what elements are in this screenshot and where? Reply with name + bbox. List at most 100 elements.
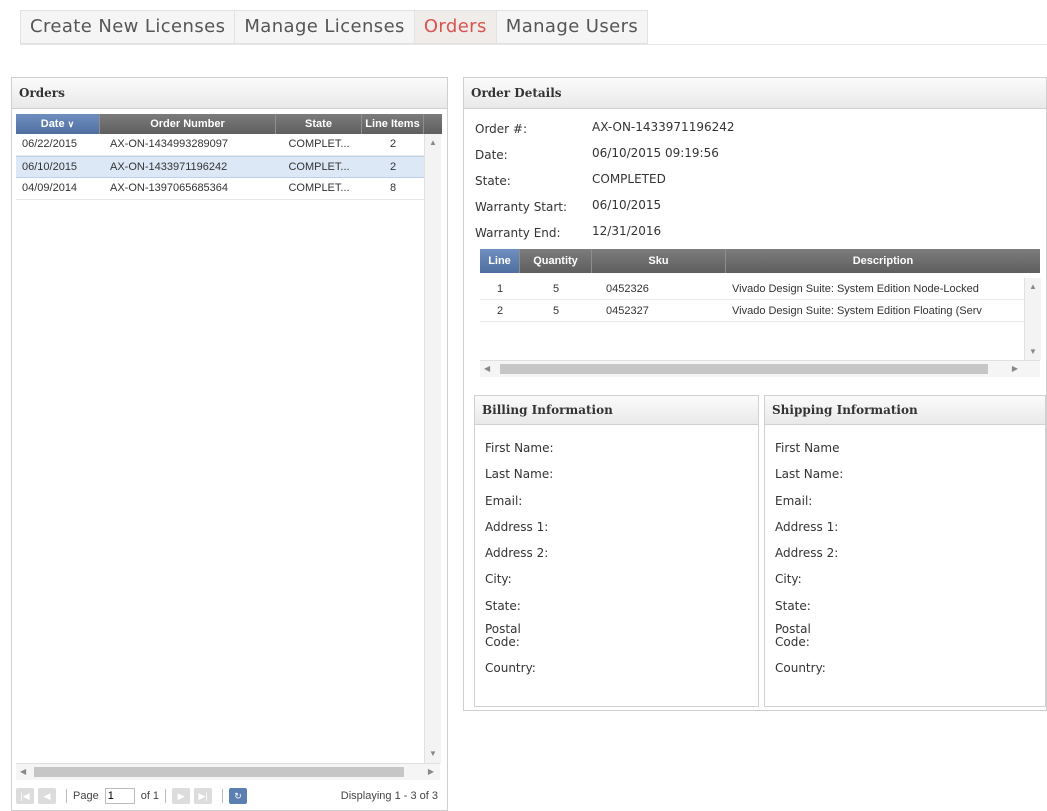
shipping-address1-label: Address 1: xyxy=(775,520,839,534)
shipping-last-name-label: Last Name: xyxy=(775,467,844,481)
scroll-up-icon[interactable]: ▲ xyxy=(429,138,437,147)
cell-state: COMPLET... xyxy=(288,138,350,150)
tab-create-new-licenses[interactable]: Create New Licenses xyxy=(20,10,236,44)
first-page-button[interactable]: |◀ xyxy=(16,788,34,804)
column-header-description[interactable]: Description xyxy=(726,249,1040,273)
billing-information-panel: Billing Information First Name: Last Nam… xyxy=(474,395,759,707)
column-header-date-label: Date xyxy=(40,118,65,130)
tab-divider xyxy=(20,44,1047,45)
scroll-down-icon[interactable]: ▼ xyxy=(1029,347,1037,356)
shipping-address2-label: Address 2: xyxy=(775,546,839,560)
line-items-header: Line Quantity Sku Description xyxy=(480,249,1040,273)
column-header-quantity[interactable]: Quantity xyxy=(520,249,592,273)
column-header-line-items[interactable]: Line Items xyxy=(362,114,424,134)
shipping-email-label: Email: xyxy=(775,494,813,508)
column-header-date[interactable]: Date ∨ xyxy=(16,114,100,134)
cell-date: 06/22/2015 xyxy=(22,138,78,150)
order-details-panel: Order Details Order #: AX-ON-14339711962… xyxy=(463,77,1047,711)
pager-separator xyxy=(222,789,224,803)
cell-quantity: 5 xyxy=(552,305,560,317)
column-header-line-label: Line xyxy=(488,255,511,267)
column-header-sku[interactable]: Sku xyxy=(592,249,726,273)
order-number-value: AX-ON-1433971196242 xyxy=(592,120,735,134)
table-row[interactable]: 04/09/2014 AX-ON-1397065685364 COMPLET..… xyxy=(16,178,438,200)
cell-line: 2 xyxy=(496,305,504,317)
order-state-label: State: xyxy=(475,174,511,188)
scroll-down-icon[interactable]: ▼ xyxy=(429,749,437,758)
shipping-information-panel: Shipping Information First Name Last Nam… xyxy=(764,395,1046,707)
shipping-country-label: Country: xyxy=(775,661,826,675)
cell-description: Vivado Design Suite: System Edition Node… xyxy=(732,283,979,295)
table-row[interactable]: 06/22/2015 AX-ON-1434993289097 COMPLET..… xyxy=(16,134,438,156)
scroll-thumb[interactable] xyxy=(500,364,988,374)
next-page-button[interactable]: ▶ xyxy=(172,788,191,804)
scroll-left-icon[interactable]: ◀ xyxy=(20,767,26,776)
refresh-button[interactable]: ↻ xyxy=(229,788,248,804)
pager-display-text: Displaying 1 - 3 of 3 xyxy=(340,790,438,802)
scroll-thumb[interactable] xyxy=(34,767,404,777)
order-state-value: COMPLETED xyxy=(592,172,666,186)
tab-orders[interactable]: Orders xyxy=(414,10,497,44)
warranty-end-label: Warranty End: xyxy=(475,226,561,240)
scroll-right-icon[interactable]: ▶ xyxy=(1012,364,1018,373)
orders-grid-header: Date ∨ Order Number State Line Items xyxy=(16,114,442,134)
shipping-state-label: State: xyxy=(775,599,811,613)
column-header-order-number[interactable]: Order Number xyxy=(100,114,276,134)
previous-page-icon: ◀ xyxy=(43,790,51,801)
billing-first-name-label: First Name: xyxy=(485,441,554,455)
order-details-title: Order Details xyxy=(464,78,1046,109)
warranty-end-value: 12/31/2016 xyxy=(592,224,662,238)
cell-sku: 0452326 xyxy=(606,283,649,295)
orders-panel: Orders Date ∨ Order Number State Line It… xyxy=(11,77,448,811)
cell-order-number: AX-ON-1433971196242 xyxy=(110,161,228,173)
line-item-row[interactable]: 1 5 0452326 Vivado Design Suite: System … xyxy=(480,278,1040,300)
page-number-input[interactable] xyxy=(104,788,135,804)
scroll-up-icon[interactable]: ▲ xyxy=(1029,282,1037,291)
warranty-start-value: 06/10/2015 xyxy=(592,198,662,212)
order-date-label: Date: xyxy=(475,148,508,162)
line-item-row[interactable]: 2 5 0452327 Vivado Design Suite: System … xyxy=(480,300,1040,322)
billing-country-label: Country: xyxy=(485,661,536,675)
page-of-label: of 1 xyxy=(140,790,160,802)
order-number-label: Order #: xyxy=(475,122,528,136)
scroll-left-icon[interactable]: ◀ xyxy=(484,364,490,373)
column-header-line[interactable]: Line xyxy=(480,249,520,273)
page-label: Page xyxy=(73,790,99,802)
column-header-state[interactable]: State xyxy=(276,114,362,134)
line-items-horizontal-scrollbar[interactable]: ◀ ▶ xyxy=(480,360,1040,377)
orders-vertical-scrollbar[interactable]: ▲ ▼ xyxy=(424,134,441,764)
cell-description: Vivado Design Suite: System Edition Floa… xyxy=(732,305,982,317)
cell-line-items: 2 xyxy=(389,138,397,150)
pager-separator xyxy=(66,789,67,803)
cell-state: COMPLET... xyxy=(288,161,350,173)
orders-horizontal-scrollbar[interactable]: ◀ ▶ xyxy=(16,763,440,780)
billing-last-name-label: Last Name: xyxy=(485,467,554,481)
shipping-first-name-label: First Name xyxy=(775,441,840,455)
cell-date: 04/09/2014 xyxy=(22,182,78,194)
cell-date: 06/10/2015 xyxy=(22,161,78,173)
sort-desc-icon: ∨ xyxy=(67,119,75,129)
billing-state-label: State: xyxy=(485,599,521,613)
line-items-vertical-scrollbar[interactable]: ▲ ▼ xyxy=(1024,278,1041,360)
column-header-spacer xyxy=(424,114,442,134)
cell-line: 1 xyxy=(496,283,504,295)
shipping-code-label: Code: xyxy=(775,635,810,649)
table-row-selected[interactable]: 06/10/2015 AX-ON-1433971196242 COMPLET..… xyxy=(16,156,438,178)
last-page-icon: ▶| xyxy=(198,790,208,801)
last-page-button[interactable]: ▶| xyxy=(194,788,213,804)
cell-order-number: AX-ON-1434993289097 xyxy=(110,138,229,150)
pager-separator xyxy=(165,789,167,803)
cell-quantity: 5 xyxy=(552,283,560,295)
billing-address1-label: Address 1: xyxy=(485,520,549,534)
order-date-value: 06/10/2015 09:19:56 xyxy=(592,146,719,160)
next-page-icon: ▶ xyxy=(177,790,185,801)
tab-manage-users[interactable]: Manage Users xyxy=(496,10,649,44)
warranty-start-label: Warranty Start: xyxy=(475,200,568,214)
refresh-icon: ↻ xyxy=(234,790,242,801)
orders-pager: |◀ ◀ Page of 1 ▶ ▶| ↻ Displaying 1 - 3 o… xyxy=(16,784,442,808)
previous-page-button[interactable]: ◀ xyxy=(38,788,56,804)
scroll-right-icon[interactable]: ▶ xyxy=(428,767,434,776)
tab-manage-licenses[interactable]: Manage Licenses xyxy=(235,10,415,44)
main-tabs: Create New Licenses Manage Licenses Orde… xyxy=(20,10,649,44)
billing-address2-label: Address 2: xyxy=(485,546,549,560)
